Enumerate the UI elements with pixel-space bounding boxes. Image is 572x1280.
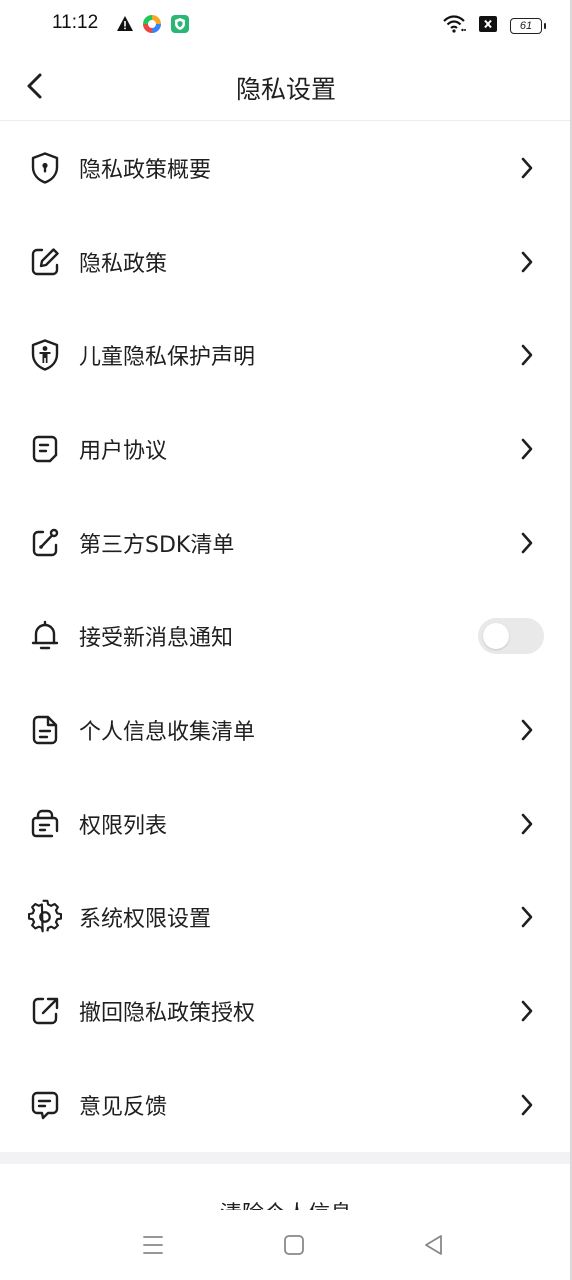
chevron-right-icon (518, 531, 536, 555)
chevron-right-icon (518, 999, 536, 1023)
menu-nav-button[interactable] (140, 1232, 166, 1258)
list-item-system-permission[interactable]: 系统权限设置 (0, 871, 572, 965)
wifi-icon (442, 14, 466, 38)
system-nav-bar (0, 1210, 572, 1280)
bell-icon (28, 619, 62, 653)
list-item-privacy-policy[interactable]: 隐私政策 (0, 215, 572, 309)
list-item-label: 儿童隐私保护声明 (79, 345, 256, 371)
chevron-right-icon (518, 812, 536, 836)
list-item-feedback[interactable]: 意见反馈 (0, 1058, 572, 1152)
battery-icon: 61 (510, 18, 546, 34)
list-item-message-notification: 接受新消息通知 (0, 589, 572, 683)
list-item-label: 隐私政策 (79, 251, 168, 277)
feedback-icon (28, 1088, 62, 1122)
list-item-label: 个人信息收集清单 (79, 719, 256, 745)
child-shield-icon (28, 338, 62, 372)
status-time: 11:12 (52, 12, 99, 33)
file-list-icon (28, 713, 62, 747)
list-item-label: 用户协议 (79, 438, 168, 464)
document-icon (28, 432, 62, 466)
section-divider (0, 1152, 572, 1164)
close-box-icon (478, 15, 498, 37)
status-left-icons (116, 14, 190, 38)
app-icon (142, 14, 162, 38)
status-right-icons: 61 (442, 14, 546, 38)
menu-icon (143, 1236, 163, 1254)
page-title: 隐私设置 (235, 75, 336, 104)
home-square-icon (284, 1235, 304, 1255)
chevron-right-icon (518, 156, 536, 180)
home-nav-button[interactable] (281, 1232, 307, 1258)
status-bar: 11:12 61 (0, 0, 572, 52)
chevron-right-icon (518, 437, 536, 461)
clear-personal-info-section[interactable]: 清除个人信息 (0, 1164, 572, 1210)
share-box-icon (28, 994, 62, 1028)
chevron-right-icon (518, 250, 536, 274)
list-item-label: 意见反馈 (79, 1094, 168, 1120)
list-item-label: 权限列表 (79, 813, 168, 839)
list-item-user-agreement[interactable]: 用户协议 (0, 402, 572, 496)
edit-icon (28, 245, 62, 279)
triangle-back-icon (425, 1235, 442, 1255)
list-item-personal-info-list[interactable]: 个人信息收集清单 (0, 683, 572, 777)
notification-toggle[interactable] (478, 618, 544, 655)
shield-lock-icon (28, 151, 62, 185)
clear-personal-info-button[interactable]: 清除个人信息 (0, 1196, 572, 1210)
chevron-right-icon (518, 718, 536, 742)
list-item-label: 隐私政策概要 (79, 157, 212, 183)
back-nav-button[interactable] (421, 1232, 447, 1258)
list-item-third-party-sdk[interactable]: 第三方SDK清单 (0, 496, 572, 590)
list-item-label: 系统权限设置 (79, 907, 212, 933)
warning-icon (116, 15, 134, 37)
bag-icon (28, 807, 62, 841)
gear-icon (28, 900, 62, 934)
settings-list: 隐私政策概要 隐私政策 儿童隐私保护声明 用户协议 第三方SDK清单 接受新消息… (0, 121, 572, 1152)
list-item-label: 撤回隐私政策授权 (79, 1001, 256, 1027)
list-item-permission-list[interactable]: 权限列表 (0, 777, 572, 871)
toggle-knob (483, 623, 509, 650)
header: 隐私设置 (0, 52, 572, 121)
list-item-revoke-authorization[interactable]: 撤回隐私政策授权 (0, 964, 572, 1058)
chevron-right-icon (518, 343, 536, 367)
list-item-child-privacy[interactable]: 儿童隐私保护声明 (0, 308, 572, 402)
chevron-right-icon (518, 1093, 536, 1117)
list-item-label: 接受新消息通知 (79, 626, 234, 652)
list-item-label: 第三方SDK清单 (79, 532, 235, 558)
shield-app-icon (170, 14, 190, 38)
list-item-privacy-summary[interactable]: 隐私政策概要 (0, 121, 572, 215)
chevron-right-icon (518, 905, 536, 929)
link-box-icon (28, 526, 62, 560)
